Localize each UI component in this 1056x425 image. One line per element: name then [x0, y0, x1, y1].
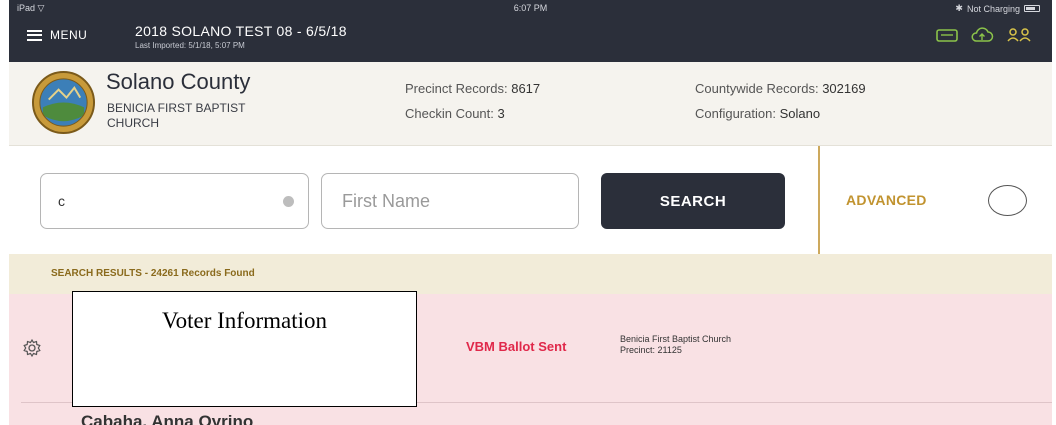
gear-icon[interactable]	[22, 338, 42, 358]
bluetooth-icon: ✱	[955, 3, 963, 13]
advanced-label: ADVANCED	[846, 192, 927, 208]
county-seal-icon	[31, 70, 96, 135]
precinct-records-label: Precinct Records:	[405, 81, 508, 96]
results-summary: SEARCH RESULTS - 24261 Records Found	[51, 268, 255, 279]
ballot-status: VBM Ballot Sent	[466, 339, 567, 354]
top-bar: iPad ▽ 6:07 PM ✱ Not Charging MENU 2018 …	[9, 0, 1052, 62]
search-divider	[818, 146, 820, 254]
cloud-sync-icon[interactable]	[970, 26, 994, 44]
configuration-label: Configuration:	[695, 106, 776, 121]
first-name-input[interactable]: First Name	[321, 173, 579, 229]
county-name: Solano County	[106, 69, 251, 94]
county-header: Solano County BENICIA FIRST BAPTIST CHUR…	[9, 62, 1052, 146]
next-voter-name[interactable]: Cabaha, Anna Oyrino	[81, 412, 253, 425]
last-imported: Last Imported: 5/1/18, 5:07 PM	[135, 41, 245, 50]
precinct-records: Precinct Records: 8617	[405, 81, 540, 96]
status-time: 6:07 PM	[513, 3, 548, 13]
voter-information-callout: Voter Information	[72, 291, 417, 407]
search-button[interactable]: SEARCH	[601, 173, 785, 229]
precinct-records-value: 8617	[511, 81, 541, 96]
advanced-toggle[interactable]	[988, 185, 1027, 216]
row-precinct: Precinct: 21125	[620, 345, 682, 355]
checkin-count-label: Checkin Count:	[405, 106, 494, 121]
countywide-records: Countywide Records: 302169	[695, 81, 866, 96]
printer-icon[interactable]	[936, 27, 958, 43]
hamburger-icon	[27, 29, 42, 41]
row-site-info: Benicia First Baptist Church Precinct: 2…	[620, 334, 731, 356]
polling-site-name: BENICIA FIRST BAPTIST CHURCH	[107, 101, 246, 130]
menu-button[interactable]: MENU	[27, 28, 87, 42]
last-name-input[interactable]: c	[40, 173, 309, 229]
top-icons	[936, 26, 1032, 44]
status-right: ✱ Not Charging	[955, 3, 1040, 14]
last-name-value: c	[58, 193, 65, 209]
countywide-records-label: Countywide Records:	[695, 81, 819, 96]
users-icon[interactable]	[1006, 27, 1032, 43]
election-title: 2018 SOLANO TEST 08 - 6/5/18	[135, 23, 347, 39]
results-banner: SEARCH RESULTS - 24261 Records Found	[9, 254, 1052, 294]
election-info: 2018 SOLANO TEST 08 - 6/5/18 Last Import…	[135, 23, 347, 50]
configuration-value: Solano	[779, 106, 821, 121]
countywide-records-value: 302169	[822, 81, 866, 96]
left-margin	[0, 0, 9, 425]
battery-icon	[1024, 5, 1040, 12]
menu-label: MENU	[50, 28, 88, 42]
app-screen: iPad ▽ 6:07 PM ✱ Not Charging MENU 2018 …	[0, 0, 1056, 425]
configuration: Configuration: Solano	[695, 106, 820, 121]
first-name-placeholder: First Name	[342, 190, 431, 211]
search-area: c First Name SEARCH ADVANCED	[9, 146, 1052, 254]
checkin-count: Checkin Count: 3	[405, 106, 505, 121]
charging-status: Not Charging	[966, 3, 1020, 14]
checkin-count-value: 3	[497, 106, 505, 121]
voter-information-label: Voter Information	[161, 308, 327, 333]
clear-input-icon[interactable]	[283, 196, 294, 207]
row-site-name: Benicia First Baptist Church	[620, 334, 732, 344]
